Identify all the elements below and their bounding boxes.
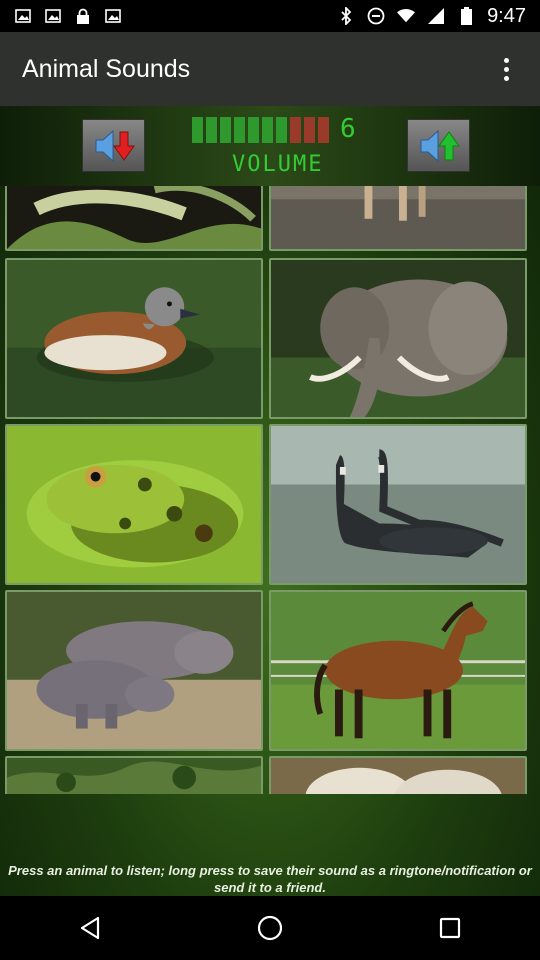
- image-icon: [44, 7, 62, 25]
- status-bar: 9:47: [0, 0, 540, 32]
- animal-tile-horse[interactable]: [269, 590, 527, 751]
- signal-icon: [427, 7, 445, 25]
- volume-down-icon: [95, 129, 135, 162]
- animal-tile-frog[interactable]: [5, 424, 263, 585]
- image-icon: [104, 7, 122, 25]
- volume-up-icon: [420, 129, 460, 162]
- footer: Press an animal to listen; long press to…: [0, 794, 540, 896]
- navigation-bar: [0, 896, 540, 960]
- clock: 9:47: [487, 4, 526, 27]
- animal-tile-sheep[interactable]: [269, 756, 527, 794]
- animal-tile-forest[interactable]: [5, 756, 263, 794]
- image-icon: [14, 7, 32, 25]
- lock-icon: [74, 7, 92, 25]
- battery-icon: [457, 7, 475, 25]
- home-button[interactable]: [240, 903, 300, 953]
- volume-control: 6 VOLUME: [0, 106, 540, 186]
- animal-tile-duck[interactable]: [5, 258, 263, 419]
- recents-button[interactable]: [420, 903, 480, 953]
- page-title: Animal Sounds: [22, 54, 191, 83]
- back-triangle-icon: [80, 916, 100, 940]
- bluetooth-icon: [337, 7, 355, 25]
- instruction-text: Press an animal to listen; long press to…: [8, 863, 532, 895]
- animal-tile-elephant[interactable]: [269, 258, 527, 419]
- volume-level: 6: [340, 114, 356, 144]
- wifi-icon: [397, 7, 416, 25]
- volume-up-button[interactable]: [407, 119, 470, 172]
- volume-label: VOLUME: [232, 152, 324, 177]
- volume-meter: [192, 117, 329, 143]
- main-content: 6 VOLUME Press an animal to listen; long…: [0, 106, 540, 896]
- animal-tile-hippo[interactable]: [5, 590, 263, 751]
- back-button[interactable]: [60, 903, 120, 953]
- volume-down-button[interactable]: [82, 119, 145, 172]
- animal-tile-snake[interactable]: [5, 186, 263, 251]
- animal-grid: [0, 186, 540, 794]
- animal-tile-legs[interactable]: [269, 186, 527, 251]
- recents-square-icon: [439, 917, 461, 939]
- animal-tile-geese[interactable]: [269, 424, 527, 585]
- overflow-menu-icon[interactable]: [494, 49, 518, 89]
- minus-circle-icon: [367, 7, 385, 25]
- home-circle-icon: [257, 915, 283, 941]
- app-bar: Animal Sounds: [0, 32, 540, 106]
